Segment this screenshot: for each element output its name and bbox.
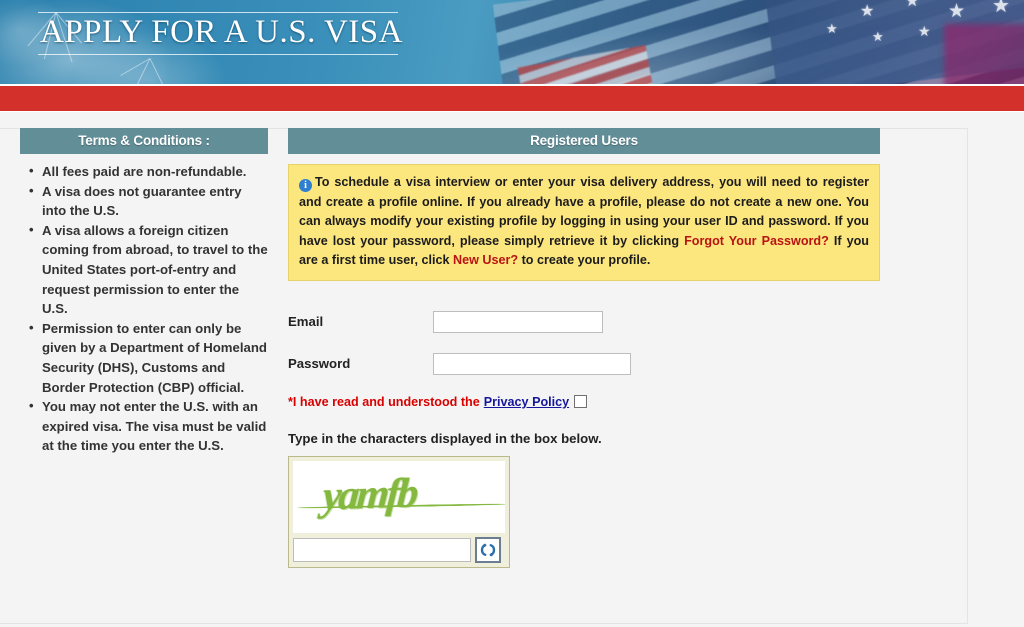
forgot-password-link[interactable]: Forgot Your Password?: [684, 234, 829, 248]
email-label: Email: [288, 314, 324, 330]
privacy-policy-link[interactable]: Privacy Policy: [484, 395, 569, 409]
privacy-consent-label: *I have read and understood the: [288, 394, 480, 409]
captcha-challenge-text: yamfb: [321, 470, 418, 520]
terms-conditions-list: All fees paid are non-refundable. A visa…: [20, 161, 268, 456]
page-title: APPLY FOR A U.S. VISA: [40, 14, 403, 50]
flag-star-icon: ★: [948, 1, 966, 22]
navigation-bar: [0, 84, 1024, 112]
page-body: Terms & Conditions : All fees paid are n…: [0, 112, 1024, 624]
password-input[interactable]: [433, 352, 631, 375]
terms-conditions-heading: Terms & Conditions :: [20, 128, 268, 154]
refresh-icon: [480, 543, 496, 557]
captcha-prompt: Type in the characters displayed in the …: [288, 430, 602, 446]
flag-star-icon: ★: [872, 29, 884, 44]
flag-star-icon: ★: [905, 0, 920, 10]
captcha-refresh-button[interactable]: [475, 536, 501, 563]
list-item: All fees paid are non-refundable.: [29, 161, 268, 182]
list-item: A visa allows a foreign citizen coming f…: [29, 220, 268, 319]
flag-star-icon: ★: [860, 3, 875, 20]
registered-users-heading: Registered Users: [288, 128, 880, 154]
captcha-image: yamfb: [293, 460, 505, 533]
login-form: Email Password *I have read and understo…: [288, 310, 880, 568]
flag-star-icon: ★: [992, 0, 1010, 17]
title-rule-bottom: [38, 54, 398, 55]
list-item: You may not enter the U.S. with an expir…: [29, 396, 268, 456]
privacy-policy-checkbox[interactable]: [574, 395, 588, 409]
list-item: A visa does not guarantee entry into the…: [29, 181, 268, 221]
info-icon: i: [299, 179, 312, 192]
list-item: Permission to enter can only be given by…: [29, 318, 268, 397]
banner-magenta-glow: [944, 24, 1024, 84]
captcha-container: yamfb: [288, 455, 510, 568]
email-row: Email: [288, 310, 880, 333]
captcha-input-row: [293, 536, 505, 563]
registered-users-panel: Registered Users i To schedule a visa int…: [288, 128, 880, 568]
new-user-link[interactable]: New User?: [453, 253, 518, 267]
captcha-input[interactable]: [293, 537, 471, 562]
banner-title-block: APPLY FOR A U.S. VISA: [38, 12, 403, 55]
terms-conditions-panel: Terms & Conditions : All fees paid are n…: [20, 128, 268, 456]
info-text-part3: to create your profile.: [518, 253, 651, 268]
privacy-policy-row: *I have read and understood the Privacy …: [288, 395, 880, 409]
password-row: Password: [288, 352, 880, 375]
info-message-box: i To schedule a visa interview or enter y…: [288, 164, 880, 281]
email-input[interactable]: [433, 310, 603, 333]
flag-star-icon: ★: [918, 23, 931, 39]
flag-star-icon: ★: [826, 21, 838, 36]
site-banner: ★ ★ ★ ★ ★ ★ ★ APPLY FOR A U.S. VISA: [0, 0, 1024, 84]
password-label: Password: [288, 356, 351, 372]
